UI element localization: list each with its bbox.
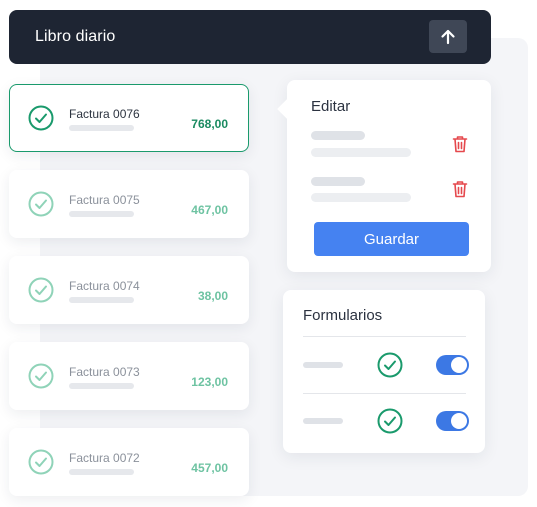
invoice-placeholder-bar — [69, 125, 134, 131]
invoice-name: Factura 0076 — [69, 107, 140, 121]
check-circle-icon — [28, 449, 54, 475]
trash-icon[interactable] — [452, 135, 468, 153]
toggle-knob — [451, 357, 467, 373]
invoice-amount: 38,00 — [197, 289, 228, 303]
field-label-placeholder — [311, 131, 365, 140]
invoice-amount: 768,00 — [191, 117, 228, 131]
invoice-amount: 123,00 — [191, 375, 228, 389]
invoice-placeholder-bar — [69, 211, 134, 217]
upload-button[interactable] — [429, 20, 467, 53]
form-toggle[interactable] — [436, 355, 469, 375]
app-header: Libro diario — [9, 10, 491, 64]
form-name-placeholder — [303, 362, 343, 368]
invoice-amount: 457,00 — [191, 461, 228, 475]
field-label-placeholder — [311, 177, 365, 186]
check-circle-icon — [28, 105, 54, 131]
invoice-card[interactable]: Factura 0076 768,00 — [9, 84, 249, 152]
form-name-placeholder — [303, 418, 343, 424]
check-circle-icon — [28, 363, 54, 389]
field-value-placeholder — [311, 193, 411, 202]
forms-panel-title: Formularios — [303, 307, 383, 324]
invoice-amount: 467,00 — [191, 203, 228, 217]
divider — [303, 393, 466, 394]
edit-panel-title: Editar — [311, 98, 351, 115]
field-value-placeholder — [311, 148, 411, 157]
check-circle-icon — [28, 277, 54, 303]
check-circle-icon — [377, 352, 403, 378]
arrow-up-icon — [441, 29, 455, 44]
invoice-placeholder-bar — [69, 383, 134, 389]
invoice-card[interactable]: Factura 0072 457,00 — [9, 428, 249, 496]
invoice-name: Factura 0074 — [69, 279, 140, 293]
save-button[interactable]: Guardar — [314, 222, 469, 256]
invoice-name: Factura 0073 — [69, 365, 140, 379]
toggle-knob — [451, 413, 467, 429]
invoice-placeholder-bar — [69, 297, 134, 303]
invoice-card[interactable]: Factura 0075 467,00 — [9, 170, 249, 238]
form-toggle[interactable] — [436, 411, 469, 431]
forms-panel: Formularios — [283, 290, 485, 453]
invoice-name: Factura 0072 — [69, 451, 140, 465]
invoice-card[interactable]: Factura 0074 38,00 — [9, 256, 249, 324]
invoice-name: Factura 0075 — [69, 193, 140, 207]
divider — [303, 336, 466, 337]
edit-panel: Editar Guardar — [287, 80, 491, 272]
check-circle-icon — [28, 191, 54, 217]
page-title: Libro diario — [35, 28, 116, 45]
invoice-card[interactable]: Factura 0073 123,00 — [9, 342, 249, 410]
check-circle-icon — [377, 408, 403, 434]
trash-icon[interactable] — [452, 180, 468, 198]
invoice-placeholder-bar — [69, 469, 134, 475]
